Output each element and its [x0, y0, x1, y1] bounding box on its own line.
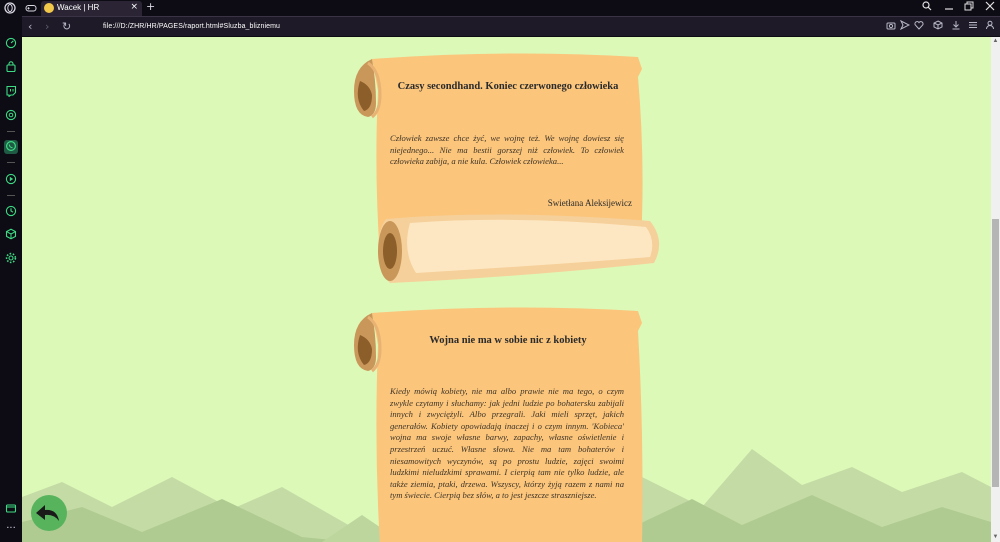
scroll-title: Czasy secondhand. Koniec czerwonego czło… — [397, 81, 619, 92]
page-content: Czasy secondhand. Koniec czerwonego czło… — [22, 37, 991, 542]
more-icon[interactable]: ··· — [4, 522, 18, 536]
reload-button[interactable]: ↻ — [62, 19, 71, 35]
tab-bar: Wacek | HR × + — [0, 0, 1000, 16]
settings-icon[interactable] — [4, 252, 18, 266]
tab-favicon-icon — [44, 3, 54, 13]
heart-icon[interactable] — [914, 20, 924, 35]
sidebar-separator — [7, 162, 15, 163]
scroll-title: Wojna nie ma w sobie nic z kobiety — [429, 335, 587, 346]
chatgpt-icon[interactable] — [4, 109, 18, 123]
minimize-button[interactable] — [944, 1, 954, 15]
scrollbar-thumb[interactable] — [992, 219, 999, 487]
back-arrow-icon — [36, 505, 59, 521]
download-icon[interactable] — [951, 20, 961, 35]
easy-setup-menu-icon[interactable] — [968, 20, 978, 35]
new-tab-button[interactable]: + — [146, 0, 155, 14]
gamepad-icon[interactable] — [25, 2, 37, 14]
scroll-down-icon[interactable]: ▼ — [991, 533, 1000, 542]
tab-active[interactable]: Wacek | HR × — [41, 1, 142, 16]
address-bar: ‹ › ↻ file:///D:/ZHR/HR/PAGES/raport.htm… — [22, 16, 1000, 36]
scroll-quote-text: Człowiek zawsze chce żyć, we wojnę też. … — [390, 133, 624, 167]
cube-icon[interactable] — [933, 20, 943, 35]
quote-scroll: Czasy secondhand. Koniec czerwonego czło… — [350, 51, 664, 283]
url-field[interactable]: file:///D:/ZHR/HR/PAGES/raport.html#Sluz… — [103, 21, 280, 33]
bag-icon[interactable] — [4, 61, 18, 75]
scroll-up-icon[interactable]: ▲ — [991, 37, 1000, 46]
tab-close-icon[interactable]: × — [130, 1, 138, 14]
close-window-button[interactable] — [985, 1, 995, 15]
tab-title: Wacek | HR — [57, 3, 100, 12]
search-tabs-icon[interactable] — [922, 1, 932, 15]
browser-window: Wacek | HR × + ‹ › ↻ file:///D:/ZHR/HR/P… — [0, 0, 1000, 542]
scroll-author: Swietłana Aleksijewicz — [547, 198, 632, 208]
sidebar-separator — [7, 131, 15, 132]
restore-button[interactable] — [964, 1, 974, 15]
forward-nav-button[interactable]: › — [45, 19, 49, 35]
quote-scroll: Wojna nie ma w sobie nic z kobiety Kiedy… — [350, 305, 664, 542]
whatsapp-icon[interactable] — [4, 140, 18, 154]
cube-icon[interactable] — [4, 228, 18, 242]
user-icon[interactable] — [985, 20, 995, 35]
back-button[interactable] — [31, 495, 67, 531]
scroll-quote-text: Kiedy mówią kobiety, nie ma albo prawie … — [390, 386, 624, 501]
page-scrollbar[interactable]: ▲ ▼ — [991, 37, 1000, 542]
music-icon[interactable] — [4, 173, 18, 187]
send-icon[interactable] — [899, 19, 911, 35]
opera-menu-icon[interactable] — [4, 2, 16, 14]
sidebar-separator — [7, 195, 15, 196]
sidebar: ··· — [0, 16, 22, 542]
back-nav-button[interactable]: ‹ — [28, 19, 32, 35]
speed-dial-icon[interactable] — [4, 37, 18, 51]
history-icon[interactable] — [4, 205, 18, 219]
twitch-icon[interactable] — [4, 85, 18, 99]
wallet-icon[interactable] — [4, 502, 18, 516]
camera-icon[interactable] — [886, 20, 896, 35]
